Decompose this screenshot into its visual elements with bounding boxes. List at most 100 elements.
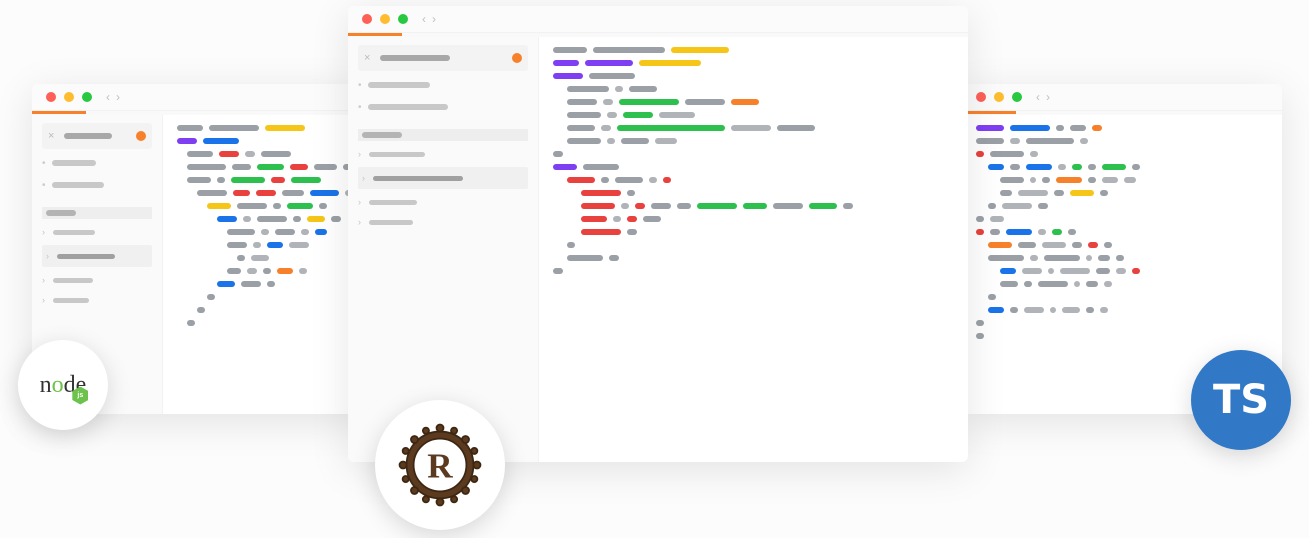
titlebar[interactable]: ‹› [962, 84, 1282, 111]
modified-indicator-icon [136, 131, 146, 141]
svg-text:R: R [427, 446, 453, 485]
forward-button[interactable]: › [1046, 90, 1050, 104]
open-file-tab[interactable]: • [358, 99, 528, 115]
code-token [627, 216, 637, 222]
file-name-chip [52, 160, 96, 166]
close-tab-icon[interactable]: × [364, 53, 374, 63]
file-tree-item[interactable]: › [358, 147, 528, 161]
open-file-tab[interactable]: • [42, 155, 152, 171]
code-token [1000, 190, 1012, 196]
file-name-chip [369, 200, 417, 205]
code-line [976, 203, 1268, 209]
code-token [1132, 268, 1140, 274]
code-token [275, 229, 295, 235]
code-token [976, 151, 984, 157]
code-token [976, 125, 1004, 131]
close-tab-icon[interactable]: × [48, 131, 58, 141]
code-token [617, 125, 725, 131]
code-line [976, 333, 1268, 339]
close-button[interactable] [362, 14, 372, 24]
code-token [671, 47, 729, 53]
nav-arrows: ‹› [106, 90, 120, 104]
code-token [1010, 307, 1018, 313]
file-tree-item[interactable]: › [358, 195, 528, 209]
file-tree-item[interactable]: › [42, 293, 152, 307]
back-button[interactable]: ‹ [106, 90, 110, 104]
file-name-chip [52, 182, 104, 188]
code-line [976, 320, 1268, 326]
file-tree-item[interactable]: › [42, 273, 152, 287]
code-token [1058, 164, 1066, 170]
code-token [257, 164, 284, 170]
back-button[interactable]: ‹ [1036, 90, 1040, 104]
close-button[interactable] [46, 92, 56, 102]
open-file-tab[interactable]: • [358, 77, 528, 93]
code-line [553, 255, 954, 261]
code-token [187, 320, 195, 326]
code-line [553, 203, 954, 209]
code-token [581, 203, 615, 209]
code-line [177, 229, 353, 235]
code-area[interactable] [539, 37, 968, 462]
code-token [1000, 268, 1016, 274]
close-button[interactable] [976, 92, 986, 102]
code-token [1088, 242, 1098, 248]
code-token [609, 255, 619, 261]
file-tree-item[interactable]: › [42, 245, 152, 267]
modified-indicator-icon [512, 53, 522, 63]
code-token [1088, 177, 1096, 183]
file-tree-item[interactable]: › [42, 225, 152, 239]
sidebar-section-header[interactable] [42, 207, 152, 219]
code-area[interactable] [163, 115, 367, 414]
open-file-tab[interactable]: • [42, 177, 152, 193]
code-token [1042, 242, 1066, 248]
section-label-chip [362, 132, 402, 138]
file-tree-item[interactable]: › [358, 215, 528, 229]
zoom-button[interactable] [398, 14, 408, 24]
code-token [177, 125, 203, 131]
file-tree-item[interactable]: › [358, 167, 528, 189]
nav-arrows: ‹› [1036, 90, 1050, 104]
code-token [1080, 138, 1088, 144]
titlebar[interactable]: ‹› [32, 84, 367, 111]
code-token [1072, 164, 1082, 170]
code-token [1002, 203, 1032, 209]
node-logo-text: node js [40, 372, 87, 399]
code-line [177, 294, 353, 300]
code-line [553, 151, 954, 157]
code-token [581, 190, 621, 196]
code-token [293, 216, 301, 222]
code-token [627, 190, 635, 196]
forward-button[interactable]: › [116, 90, 120, 104]
code-token [1038, 203, 1048, 209]
minimize-button[interactable] [994, 92, 1004, 102]
code-line [553, 190, 954, 196]
code-token [639, 60, 701, 66]
code-line [553, 73, 954, 79]
code-token [331, 216, 341, 222]
chevron-right-icon: › [46, 251, 49, 261]
code-token [607, 112, 617, 118]
open-file-tab[interactable]: × [42, 123, 152, 149]
code-token [976, 320, 984, 326]
code-token [777, 125, 815, 131]
titlebar[interactable]: ‹› [348, 6, 968, 33]
forward-button[interactable]: › [432, 12, 436, 26]
code-token [635, 203, 645, 209]
traffic-lights [976, 92, 1022, 102]
code-token [613, 216, 621, 222]
code-token [271, 177, 285, 183]
code-token [237, 255, 245, 261]
code-token [319, 203, 327, 209]
open-file-tab[interactable]: × [358, 45, 528, 71]
minimize-button[interactable] [380, 14, 390, 24]
code-token [1030, 255, 1038, 261]
minimize-button[interactable] [64, 92, 74, 102]
back-button[interactable]: ‹ [422, 12, 426, 26]
zoom-button[interactable] [82, 92, 92, 102]
zoom-button[interactable] [1012, 92, 1022, 102]
code-line [976, 216, 1268, 222]
sidebar-section-header[interactable] [358, 129, 528, 141]
code-token [553, 164, 577, 170]
code-token [1010, 164, 1020, 170]
